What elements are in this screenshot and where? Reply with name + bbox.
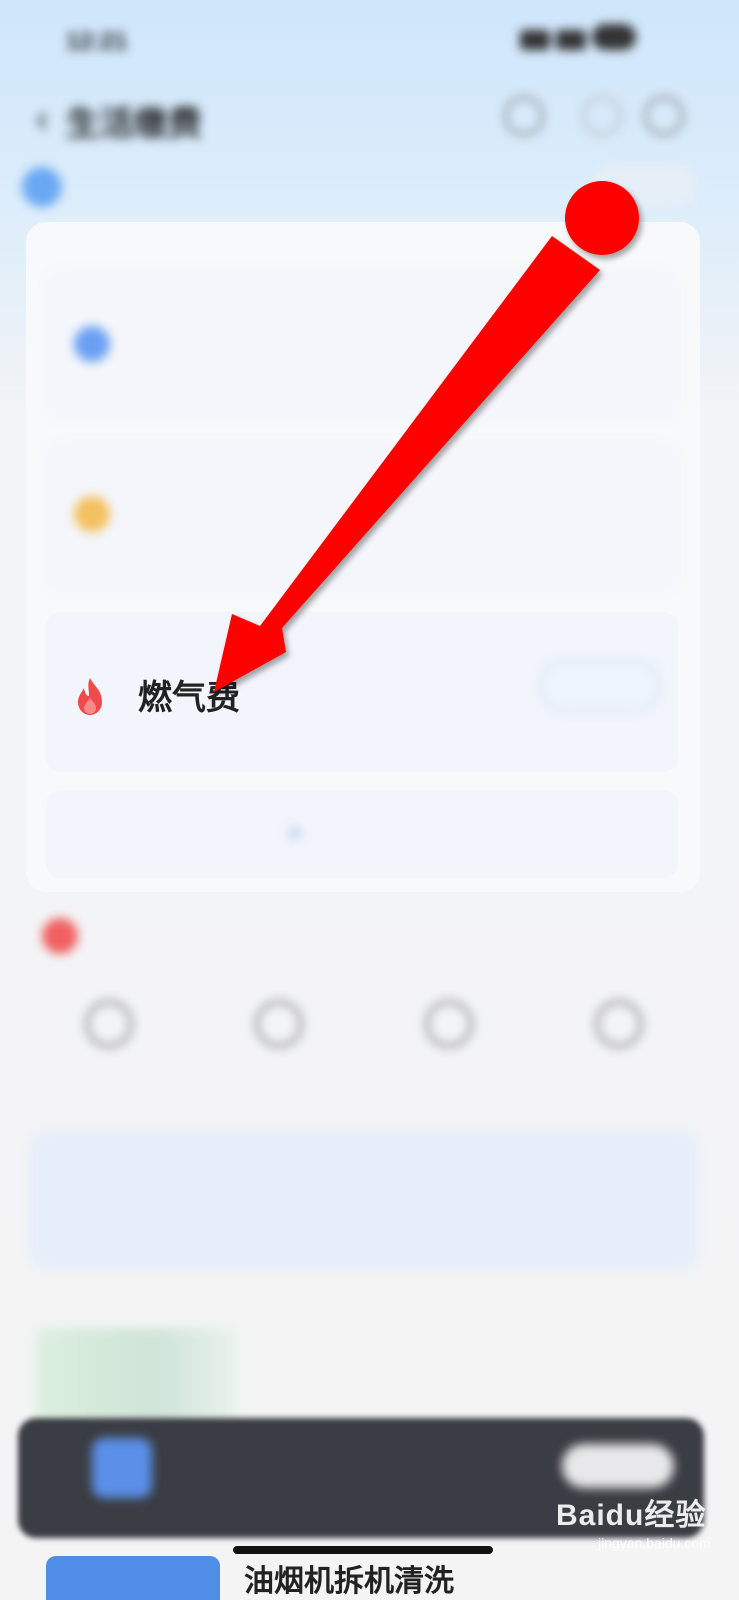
annotation-arrow: [214, 181, 639, 692]
arrow-shaft: [214, 236, 600, 692]
arrow-head-dot: [565, 181, 639, 255]
